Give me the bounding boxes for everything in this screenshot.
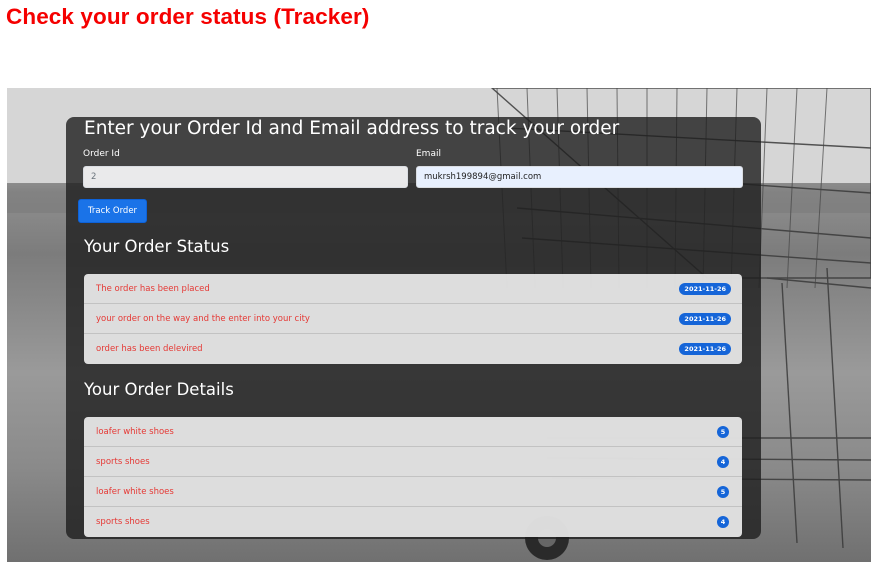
status-item: The order has been placed 2021-11-26 (84, 274, 742, 304)
order-status-list: The order has been placed 2021-11-26 you… (84, 274, 742, 364)
product-name: loafer white shoes (96, 487, 174, 497)
quantity-badge: 5 (717, 486, 729, 498)
status-text: The order has been placed (96, 284, 210, 294)
status-text: order has been delevired (96, 344, 203, 354)
status-text: your order on the way and the enter into… (96, 314, 310, 324)
product-name: sports shoes (96, 457, 150, 467)
quantity-badge: 4 (717, 456, 729, 468)
order-details-list: loafer white shoes 5 sports shoes 4 loaf… (84, 417, 742, 537)
detail-item: loafer white shoes 5 (84, 477, 742, 507)
detail-item: sports shoes 4 (84, 507, 742, 537)
quantity-badge: 4 (717, 516, 729, 528)
status-item: order has been delevired 2021-11-26 (84, 334, 742, 364)
product-name: sports shoes (96, 517, 150, 527)
tracker-title: Enter your Order Id and Email address to… (84, 118, 620, 139)
email-label: Email (416, 149, 441, 159)
order-status-title: Your Order Status (84, 237, 230, 256)
order-details-title: Your Order Details (84, 380, 234, 399)
product-name: loafer white shoes (96, 427, 174, 437)
tracker-panel: Enter your Order Id and Email address to… (66, 117, 761, 539)
status-item: your order on the way and the enter into… (84, 304, 742, 334)
quantity-badge: 5 (717, 426, 729, 438)
status-date-badge: 2021-11-26 (679, 283, 731, 295)
order-id-input[interactable]: 2 (83, 166, 408, 188)
page-heading: Check your order status (Tracker) (6, 4, 370, 29)
status-date-badge: 2021-11-26 (679, 313, 731, 325)
detail-item: sports shoes 4 (84, 447, 742, 477)
order-id-label: Order Id (83, 149, 120, 159)
email-input[interactable]: mukrsh199894@gmail.com (416, 166, 743, 188)
detail-item: loafer white shoes 5 (84, 417, 742, 447)
track-order-button[interactable]: Track Order (78, 199, 147, 223)
status-date-badge: 2021-11-26 (679, 343, 731, 355)
